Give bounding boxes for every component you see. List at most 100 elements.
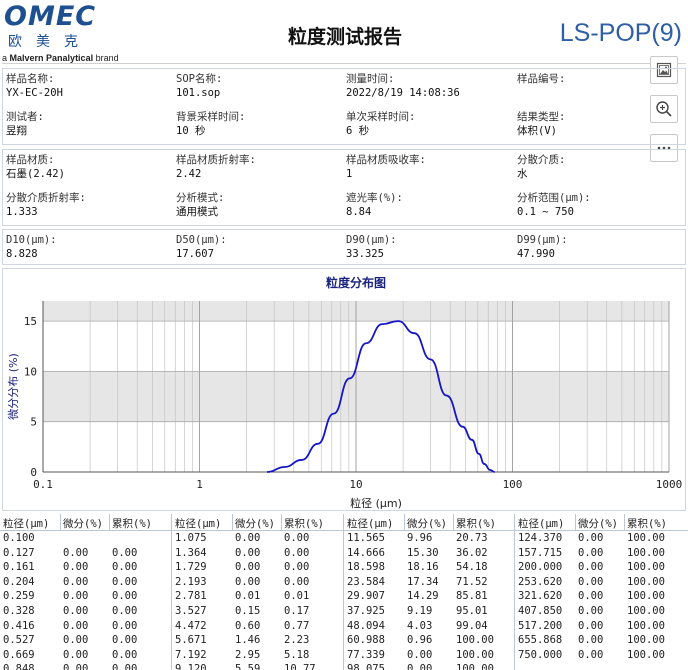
table-cell: 99.04 xyxy=(456,619,488,632)
table-header-cell: 微分(%) xyxy=(407,518,447,530)
table-cell: 9.96 xyxy=(407,532,433,544)
table-row: 253.620 0.00 100.00 xyxy=(515,576,688,591)
table-row: 0.127 0.00 0.00 xyxy=(0,547,171,562)
table-cell: 77.339 xyxy=(347,648,385,661)
table-row: 517.200 0.00 100.00 xyxy=(515,620,688,635)
table-cell: 200.000 xyxy=(518,561,563,574)
field-label: 单次采样时间: xyxy=(346,111,416,123)
table-cell: 157.715 xyxy=(518,546,563,559)
table-header-cell: 粒径(μm) xyxy=(175,518,222,530)
header-separator xyxy=(404,514,405,531)
table-cell: 71.52 xyxy=(456,575,488,588)
table-cell: 37.925 xyxy=(347,605,385,617)
field-value: 47.990 xyxy=(517,248,555,260)
table-header: 粒径(μm) 微分(%) 累积(%) xyxy=(344,514,514,531)
table-cell: 5.59 xyxy=(235,663,261,670)
field-value: 昱翔 xyxy=(6,125,27,137)
field-label: 结果类型: xyxy=(517,111,566,123)
table-cell: 100.00 xyxy=(627,605,665,617)
field-value: 33.325 xyxy=(346,248,384,260)
table-cell: 0.01 xyxy=(284,590,310,603)
chart-title: 粒度分布图 xyxy=(326,275,386,290)
table-cell: 9.120 xyxy=(175,663,207,670)
table-cell: 0.00 xyxy=(578,605,604,617)
field-label: D90(μm): xyxy=(346,234,397,246)
table-row: 4.472 0.60 0.77 xyxy=(172,620,343,635)
table-cell: 0.00 xyxy=(235,575,261,588)
table-cell: 100.00 xyxy=(456,634,494,647)
table-cell: 321.620 xyxy=(518,590,563,603)
brand-logo: OMEC 欧美克 a Malvern Panalytical brand xyxy=(2,2,132,64)
field-value: 8.828 xyxy=(6,248,38,260)
table-row: 1.075 0.00 0.00 xyxy=(172,532,343,547)
table-row: 37.925 9.19 95.01 xyxy=(344,605,514,620)
table-cell: 0.00 xyxy=(578,590,604,603)
x-tick-label: 0.1 xyxy=(33,478,53,491)
table-row: 18.598 18.16 54.18 xyxy=(344,561,514,576)
table-column-group: 粒径(μm) 微分(%) 累积(%) 124.370 0.00 100.00 157.715… xyxy=(514,514,688,670)
table-row: 0.669 0.00 0.00 xyxy=(0,649,171,664)
table-cell: 48.094 xyxy=(347,619,385,632)
x-tick-label: 1000 xyxy=(656,478,683,491)
table-cell: 100.00 xyxy=(627,561,665,574)
header-separator xyxy=(232,514,233,531)
table-header: 粒径(μm) 微分(%) 累积(%) xyxy=(0,514,171,531)
table-cell: 11.565 xyxy=(347,532,385,544)
x-tick-label: 10 xyxy=(349,478,362,491)
table-row: 2.781 0.01 0.01 xyxy=(172,590,343,605)
table-column-group: 粒径(μm) 微分(%) 累积(%) 0.100 0.127 0.00 0.00 0.161 0… xyxy=(0,514,171,670)
table-cell: 7.192 xyxy=(175,648,207,661)
table-cell: 0.00 xyxy=(407,648,433,661)
field-value: 101.sop xyxy=(176,87,221,99)
field-value: 0.1 ~ 750 xyxy=(517,206,574,218)
table-cell: 1.075 xyxy=(175,532,207,544)
table-row: 3.527 0.15 0.17 xyxy=(172,605,343,620)
table-cell: 98.075 xyxy=(347,663,385,670)
header-separator xyxy=(453,514,454,531)
table-cell: 0.00 xyxy=(578,648,604,661)
chart-svg: 0.1 1 10 100 1000 0 5 10 15 粒度分布图粒径 (μm) 微分分布 (%) xyxy=(6,275,683,510)
report-code: LS-POP(9) xyxy=(559,19,682,47)
table-cell: 100.00 xyxy=(627,619,665,632)
table-cell: 0.161 xyxy=(3,561,35,574)
table-cell: 9.19 xyxy=(407,605,433,617)
field-label: 分散介质折射率: xyxy=(6,192,86,204)
header-separator xyxy=(109,514,110,531)
table-cell: 0.00 xyxy=(407,663,433,670)
table-cell: 5.671 xyxy=(175,634,207,647)
table-cell: 20.73 xyxy=(456,532,488,544)
table-cell: 1.46 xyxy=(235,634,261,647)
table-row: 0.204 0.00 0.00 xyxy=(0,576,171,591)
field-label: 分析范围(μm): xyxy=(517,192,591,204)
table-cell: 0.00 xyxy=(112,590,138,603)
table-cell: 0.00 xyxy=(578,619,604,632)
table-cell: 5.18 xyxy=(284,648,310,661)
field-label: 分散介质: xyxy=(517,154,566,166)
field-value: 体积(V) xyxy=(517,125,557,137)
table-cell: 0.328 xyxy=(3,605,35,617)
field-label: 样品材质吸收率: xyxy=(346,154,426,166)
table-cell: 0.15 xyxy=(235,605,261,617)
table-cell: 2.193 xyxy=(175,575,207,588)
table-header-cell: 累积(%) xyxy=(627,518,667,530)
table-row: 157.715 0.00 100.00 xyxy=(515,547,688,562)
table-cell: 0.00 xyxy=(112,605,138,617)
x-tick-label: 100 xyxy=(503,478,523,491)
table-cell: 36.02 xyxy=(456,546,488,559)
table-cell: 0.416 xyxy=(3,619,35,632)
table-row: 200.000 0.00 100.00 xyxy=(515,561,688,576)
table-cell: 0.00 xyxy=(112,561,138,574)
table-cell: 2.95 xyxy=(235,648,261,661)
table-row: 23.584 17.34 71.52 xyxy=(344,576,514,591)
report-title: 粒度测试报告 xyxy=(287,26,402,48)
logo-tagline: a Malvern Panalytical brand xyxy=(2,53,119,63)
table-row: 407.850 0.00 100.00 xyxy=(515,605,688,620)
y-tick-label: 10 xyxy=(24,365,37,378)
field-label: 测量时间: xyxy=(346,73,395,85)
table-cell: 23.584 xyxy=(347,575,385,588)
table-column-group: 粒径(μm) 微分(%) 累积(%) 1.075 0.00 0.00 1.364 0.00 0.… xyxy=(171,514,343,670)
field-value: 通用模式 xyxy=(176,206,218,218)
table-cell: 750.000 xyxy=(518,648,563,661)
table-cell: 0.60 xyxy=(235,619,261,632)
field-value: 1 xyxy=(346,168,353,180)
